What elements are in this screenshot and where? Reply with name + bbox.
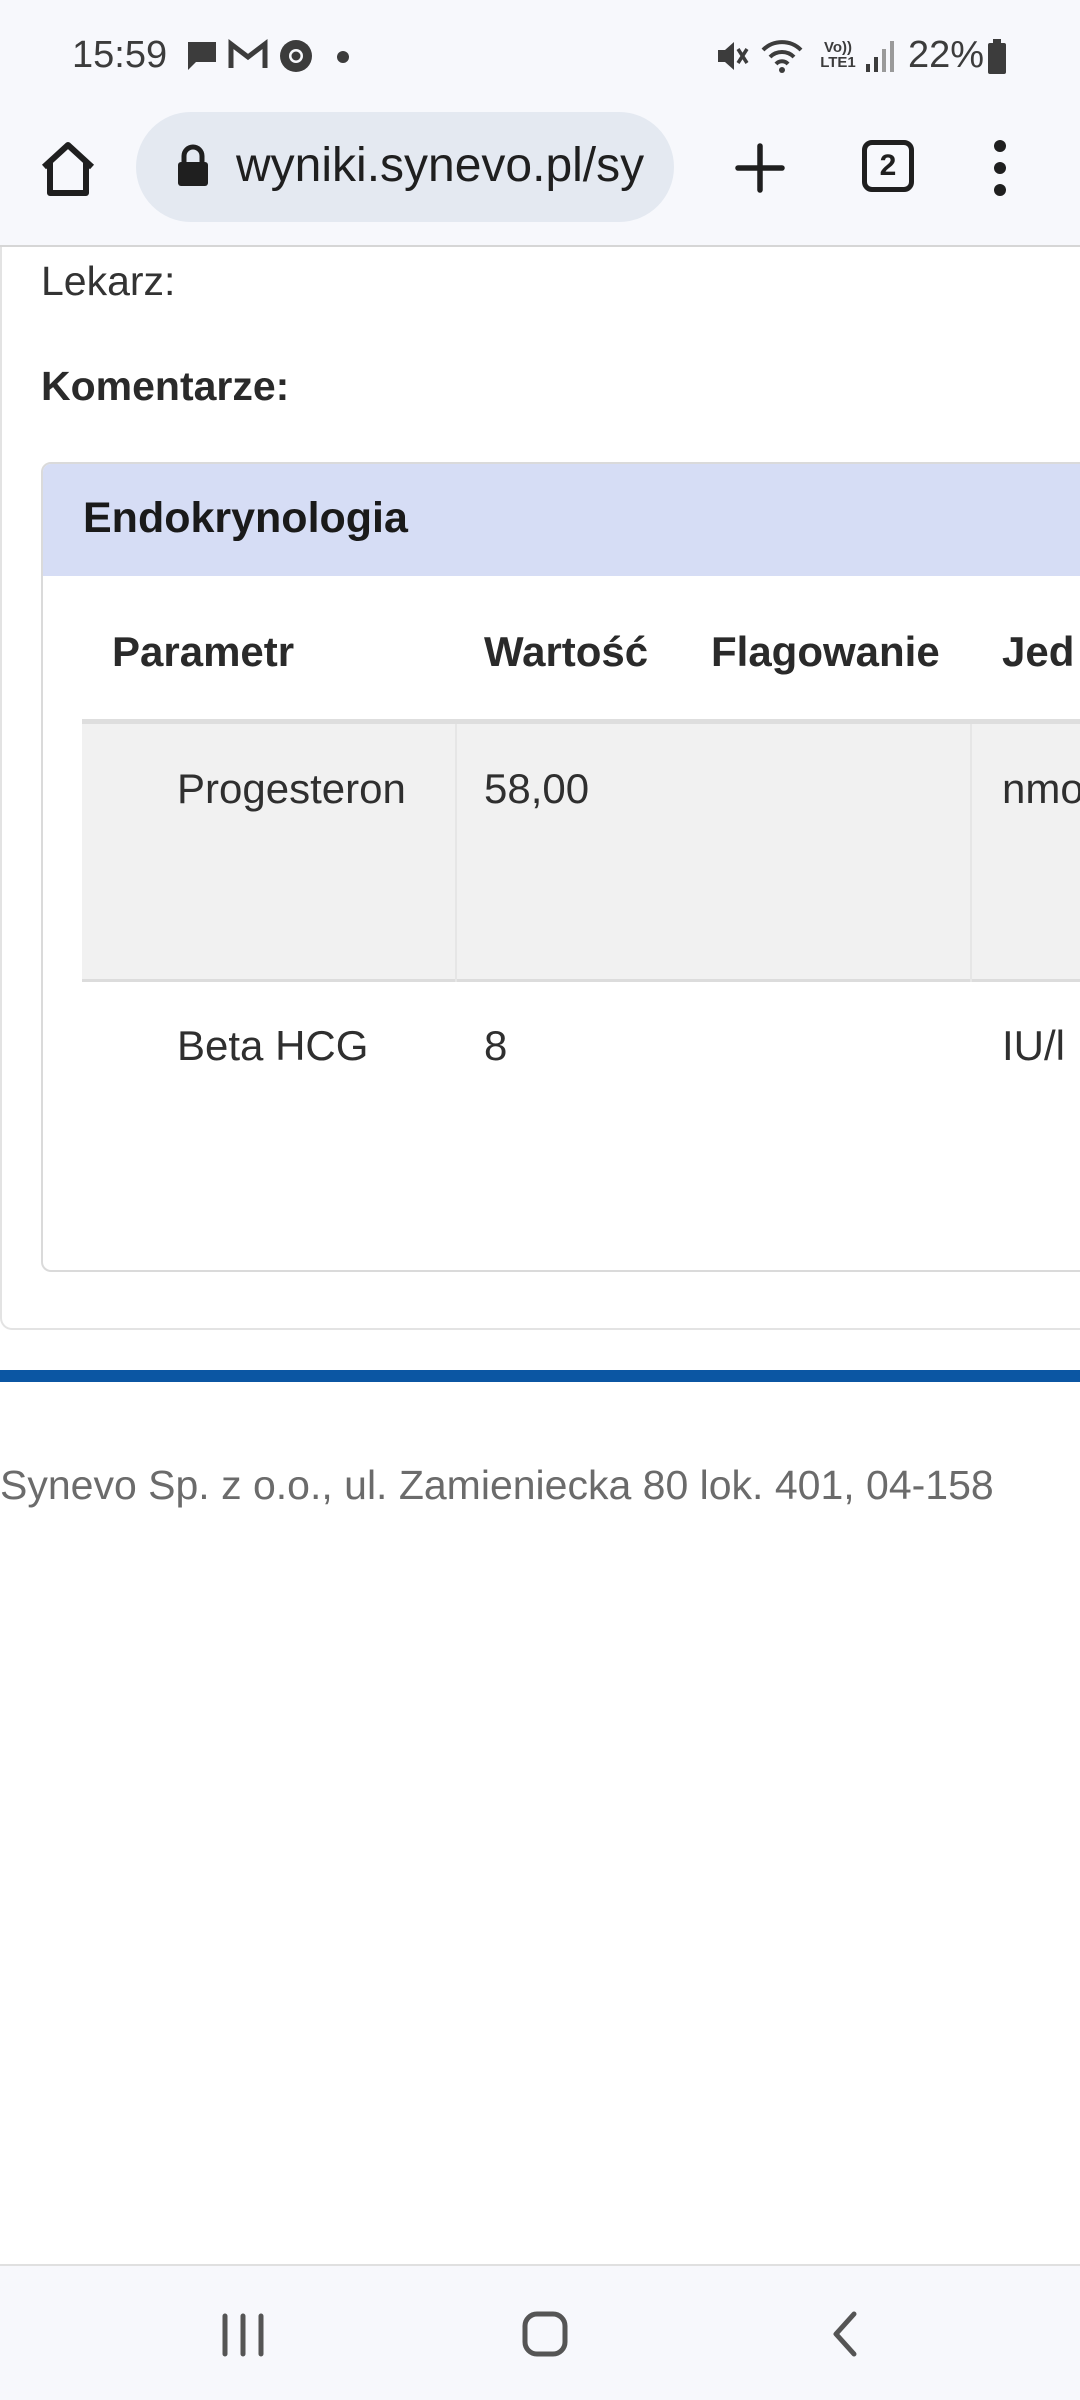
- back-icon[interactable]: [808, 2302, 888, 2366]
- more-menu-icon[interactable]: [980, 136, 1020, 200]
- column-header-value: Wartość: [484, 628, 649, 675]
- battery-percentage: 22%: [908, 34, 985, 76]
- tab-switcher-button[interactable]: 2: [862, 140, 914, 192]
- footer-accent-rule: [0, 1370, 1080, 1382]
- section-title: Endokrynologia: [83, 494, 408, 542]
- column-header-flag: Flagowanie: [711, 628, 940, 675]
- new-tab-plus-icon[interactable]: [730, 138, 790, 198]
- message-icon: [188, 42, 216, 70]
- system-nav-bar: [0, 2264, 1080, 2400]
- chrome-icon: [280, 40, 312, 72]
- row-1-parameter: Progesteron: [177, 765, 406, 812]
- column-header-parameter: Parametr: [112, 628, 295, 675]
- home-icon[interactable]: [38, 139, 98, 199]
- table-row: [82, 724, 1080, 982]
- row-2-parameter: Beta HCG: [177, 1022, 369, 1069]
- volte-top-label: Vo)): [823, 39, 853, 56]
- recent-apps-icon[interactable]: [203, 2302, 283, 2366]
- doctor-label: Lekarz:: [41, 258, 176, 304]
- volte-bottom-label: LTE1: [820, 54, 856, 71]
- mute-icon: [718, 42, 749, 70]
- signal-icon: [866, 41, 894, 72]
- battery-icon: [988, 39, 1006, 74]
- cell-separator: [455, 724, 457, 982]
- gmail-icon: [228, 38, 268, 68]
- volte-icon: Vo)) LTE1: [816, 40, 860, 76]
- lock-icon: [178, 144, 208, 186]
- cell-separator: [970, 724, 972, 982]
- row-2-value: 8: [484, 1022, 508, 1069]
- status-time: 15:59: [72, 34, 168, 76]
- url-text: wyniki.synevo.pl/sy: [236, 139, 645, 192]
- row-2-unit: IU/l: [1002, 1022, 1065, 1069]
- section-header: Endokrynologia: [43, 464, 1080, 576]
- comments-label: Komentarze:: [41, 363, 290, 409]
- status-bar: 15:59 Vo)) LTE1 22%: [0, 0, 1080, 112]
- row-1-unit: nmo: [1002, 765, 1080, 812]
- url-bar[interactable]: wyniki.synevo.pl/sy: [136, 112, 674, 222]
- tab-count: 2: [879, 149, 897, 182]
- dot-icon: [337, 51, 349, 63]
- row-1-value: 58,00: [484, 765, 590, 812]
- browser-toolbar: wyniki.synevo.pl/sy 2: [0, 112, 1080, 246]
- wifi-icon: [761, 40, 803, 73]
- footer-address: Synevo Sp. z o.o., ul. Zamieniecka 80 lo…: [0, 1462, 994, 1508]
- home-nav-icon[interactable]: [505, 2302, 585, 2366]
- column-header-unit: Jed: [1002, 628, 1075, 675]
